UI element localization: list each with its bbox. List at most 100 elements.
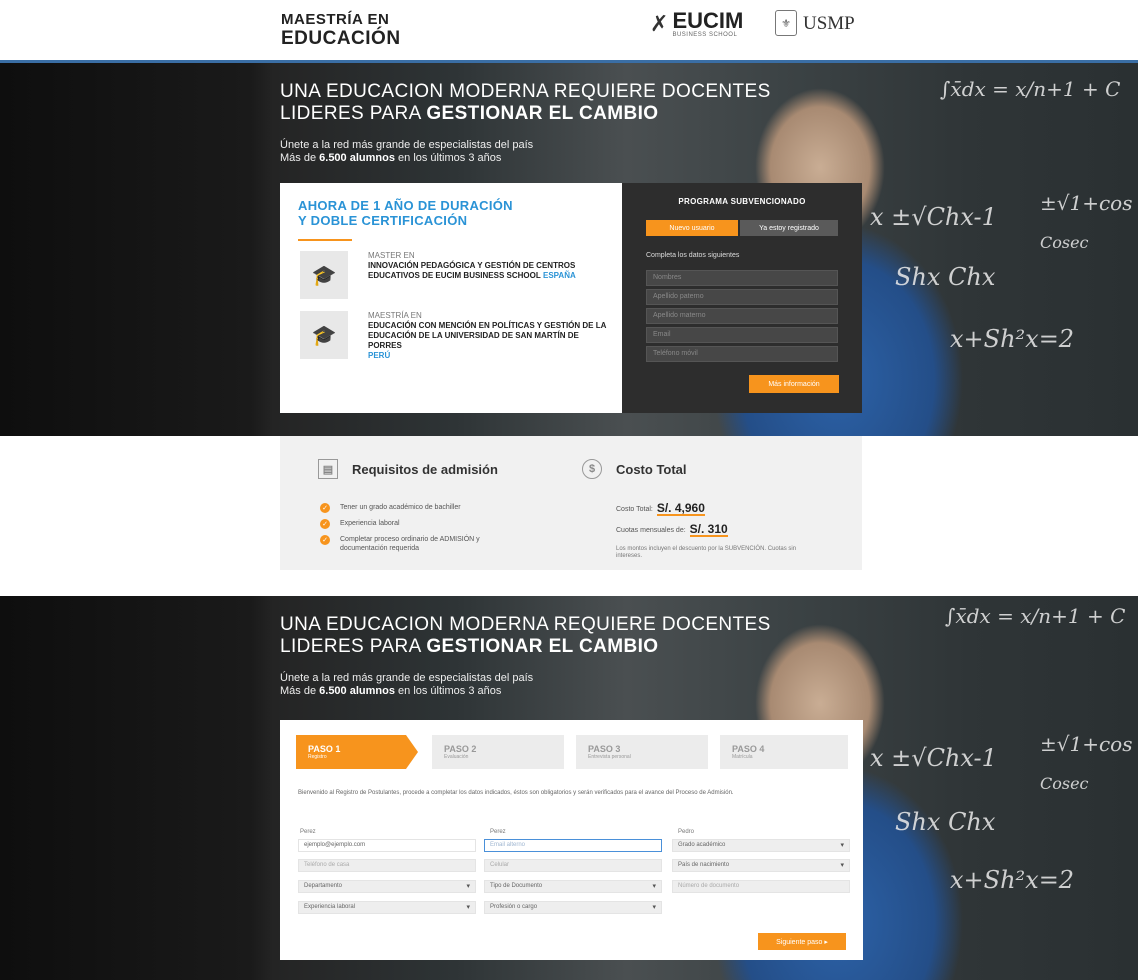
divider [298,239,352,241]
brand-line2: EDUCACIÓN [281,28,401,49]
step-1[interactable]: PASO 1 Registro [296,735,418,769]
form-title: PROGRAMA SUBVENCIONADO [678,197,806,206]
tab-registered-user[interactable]: Ya estoy registrado [740,220,838,236]
step-4[interactable]: PASO 4 Matrícula [720,735,848,769]
registration-card: PASO 1 Registro PASO 2 Evaluación PASO 3 En… [280,720,863,960]
hero-title-pre: LIDERES PARA [280,103,427,124]
chalk-formula: ∫x̄dx = x/n+1 + C [945,604,1126,628]
eucim-logo[interactable]: ✗ EUCIM BUSINESS SCHOOL [650,8,744,39]
graduation-cap-icon: 🎓 [300,251,348,299]
department-select[interactable]: Departamento [298,880,476,893]
total-cost-row: Costo Total: S/. 4,960 [616,502,705,516]
chalk-formula: Cosec [1040,233,1089,252]
program-text: MAESTRÍA EN EDUCACIÓN CON MENCIÓN EN POL… [368,311,613,361]
brand-title[interactable]: MAESTRÍA EN EDUCACIÓN [281,12,401,48]
total-cost-label: Costo Total: [616,505,653,513]
hero-title-line2: LIDERES PARA GESTIONAR EL CAMBIO [280,103,658,125]
money-icon: $ [582,459,602,479]
step-label: PASO 1 [308,744,341,754]
document-type-select[interactable]: Tipo de Documento [484,880,662,893]
hero-subtitle-line1: Únete a la red más grande de especialist… [280,139,534,151]
hero-sub-post: en los últimos 3 años [394,152,502,164]
step-2[interactable]: PASO 2 Evaluación [432,735,564,769]
hero-sub-post: en los últimos 3 años [394,685,502,697]
duration-card-title: AHORA DE 1 AÑO DE DURACIÓN Y DOBLE CERTI… [298,198,513,228]
landing-section-1: MAESTRÍA EN EDUCACIÓN ✗ EUCIM BUSINESS S… [0,0,1138,570]
program-country: PERÚ [368,351,391,360]
mobile-input[interactable]: Celular [484,859,662,872]
chalk-formula: x+Sh²x=2 [950,866,1075,894]
info-band: ▤ Requisitos de admisión ✓ Tener un grado… [280,436,862,570]
requirement-text: Experiencia laboral [340,520,400,527]
hero-subtitle-line2: Más de 6.500 alumnos en los últimos 3 añ… [280,152,501,165]
requirements-title: Requisitos de admisión [352,461,498,477]
chalk-formula: Shx Chx [895,808,996,836]
form-lead-text: Completa los datos siguientes [646,252,740,259]
tab-new-user[interactable]: Nuevo usuario [646,220,738,236]
alternate-email-input[interactable]: Email alterno [484,839,662,852]
graduation-cap-icon: 🎓 [300,311,348,359]
field-label: Perez [300,829,316,835]
hero-title-line2: LIDERES PARA GESTIONAR EL CAMBIO [280,636,658,658]
eucim-logo-text: EUCIM [672,8,744,33]
last-name-paternal-input[interactable]: Apellido paterno [646,289,838,305]
requirement-text: Tener un grado académico de bachiller [340,504,461,511]
chalk-formula: ±√1+cos [1040,732,1133,756]
program-text: MASTER EN INNOVACIÓN PEDAGÓGICA Y GESTIÓ… [368,251,613,281]
eucim-mark-icon: ✗ [650,11,669,36]
home-phone-input[interactable]: Teléfono de casa [298,859,476,872]
step-3[interactable]: PASO 3 Entrevista personal [576,735,708,769]
profession-select[interactable]: Profesión o cargo [484,901,662,914]
program-item[interactable]: 🎓 MASTER EN INNOVACIÓN PEDAGÓGICA Y GEST… [300,251,610,303]
hero-title-bold: GESTIONAR EL CAMBIO [426,103,659,124]
field-label: Pedro [678,829,695,835]
subsidized-program-form: PROGRAMA SUBVENCIONADO Nuevo usuario Ya … [622,183,862,413]
hero-title-line1: UNA EDUCACION MODERNA REQUIERE DOCENTES [280,81,771,102]
program-label: MAESTRÍA EN [368,311,422,320]
step-label: PASO 3 [588,744,621,754]
usmp-seal-icon: ⚜ [775,10,797,36]
hero-subtitle-line1: Únete a la red más grande de especialist… [280,672,534,684]
mobile-phone-input[interactable]: Teléfono móvil [646,346,838,362]
step-label: PASO 4 [732,744,765,754]
email-field[interactable]: ejemplo@ejemplo.com [298,839,476,852]
cost-note: Los montos incluyen el descuento por la … [616,546,797,559]
hero-sub-bold: 6.500 alumnos [319,152,395,164]
requirement-text: Completar proceso ordinario de ADMISIÓN … [340,536,480,552]
duration-title-line2: Y DOBLE CERTIFICACIÓN [298,213,468,228]
total-cost-value: S/. 4,960 [656,501,705,516]
chalk-formula: ±√1+cos [1040,191,1133,215]
chalk-formula: x ±√Chx-1 [870,744,997,772]
work-experience-select[interactable]: Experiencia laboral [298,901,476,914]
program-country: ESPAÑA [543,271,576,280]
duration-title-line1: AHORA DE 1 AÑO DE DURACIÓN [298,198,513,213]
usmp-logo[interactable]: ⚜ USMP [775,10,855,36]
eucim-logo-sub: BUSINESS SCHOOL [672,32,738,38]
step-sub: Registro [308,754,327,760]
chalk-formula: ∫x̄dx = x/n+1 + C [940,77,1121,101]
document-number-input[interactable]: Número de documento [672,880,850,893]
site-header: MAESTRÍA EN EDUCACIÓN ✗ EUCIM BUSINESS S… [0,0,1138,60]
usmp-logo-text: USMP [803,12,855,34]
email-input[interactable]: Email [646,327,838,343]
birth-country-select[interactable]: País de nacimiento [672,859,850,872]
check-icon: ✓ [320,519,330,529]
program-label: MASTER EN [368,251,415,260]
cost-title: Costo Total [616,461,687,477]
hero-title-bold: GESTIONAR EL CAMBIO [426,636,659,657]
monthly-cost-label: Cuotas mensuales de: [616,526,686,534]
first-name-input[interactable]: Nombres [646,270,838,286]
requirement-item: ✓ Experiencia laboral [320,519,400,529]
program-item[interactable]: 🎓 MAESTRÍA EN EDUCACIÓN CON MENCIÓN EN P… [300,311,610,363]
duration-card: AHORA DE 1 AÑO DE DURACIÓN Y DOBLE CERTI… [280,183,622,413]
next-step-button[interactable]: Siguiente paso ▸ [758,933,846,950]
hero-sub-pre: Más de [280,685,320,697]
document-icon: ▤ [318,459,338,479]
brand-line1: MAESTRÍA EN [281,11,390,28]
field-label: Perez [490,829,506,835]
academic-degree-select[interactable]: Grado académico [672,839,850,852]
monthly-cost-row: Cuotas mensuales de: S/. 310 [616,523,728,537]
more-info-button[interactable]: Más información [749,375,839,393]
last-name-maternal-input[interactable]: Apellido materno [646,308,838,324]
hero-subtitle-line2: Más de 6.500 alumnos en los últimos 3 añ… [280,685,501,698]
